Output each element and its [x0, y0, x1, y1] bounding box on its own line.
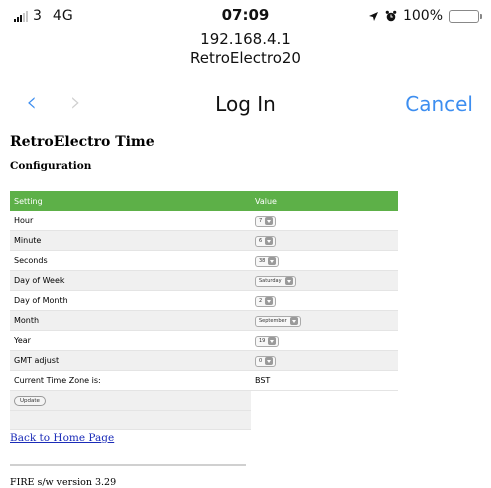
- setting-time-zone: Current Time Zone is:: [10, 370, 251, 391]
- table-row: Update: [10, 390, 398, 411]
- version-text: FIRE s/w version 3.29: [10, 477, 117, 488]
- table-row: [10, 410, 398, 430]
- header-setting: Setting: [10, 191, 251, 211]
- setting-minute: Minute: [10, 230, 251, 251]
- day-of-week-value: Saturday: [259, 277, 282, 284]
- divider: [10, 464, 246, 466]
- table-row: Minute 6: [10, 230, 398, 251]
- page-content: RetroElectro Time Configuration Setting …: [10, 134, 398, 488]
- table-row: Current Time Zone is: BST: [10, 370, 398, 391]
- address-host: 192.168.4.1: [200, 30, 291, 48]
- table-header-row: Setting Value: [10, 191, 398, 211]
- month-select[interactable]: September: [255, 315, 301, 327]
- update-button[interactable]: Update: [14, 396, 46, 406]
- day-of-month-value: 2: [259, 297, 263, 304]
- dropdown-arrow-icon: [265, 297, 274, 305]
- header-value: Value: [251, 191, 398, 211]
- table-row: Year 19: [10, 330, 398, 351]
- dropdown-arrow-icon: [268, 337, 277, 345]
- setting-seconds: Seconds: [10, 250, 251, 271]
- dropdown-arrow-icon: [289, 317, 298, 325]
- cancel-button[interactable]: Cancel: [405, 92, 473, 116]
- battery-icon: [449, 9, 482, 23]
- table-row: Day of Week Saturday: [10, 270, 398, 291]
- table-row: Hour 7: [10, 211, 398, 231]
- hour-value: 7: [259, 217, 263, 224]
- gmt-adjust-select[interactable]: 0: [255, 355, 277, 367]
- dropdown-arrow-icon: [268, 257, 277, 265]
- hour-select[interactable]: 7: [255, 215, 277, 227]
- setting-day-of-month: Day of Month: [10, 290, 251, 311]
- battery-percent: 100%: [402, 8, 443, 24]
- navigation-bar: ‹ › Log In Cancel: [0, 82, 491, 126]
- config-table: Setting Value Hour 7 Minute 6 Seconds 38…: [10, 191, 398, 430]
- seconds-select[interactable]: 38: [255, 255, 280, 267]
- status-right: 100%: [368, 8, 482, 24]
- dropdown-arrow-icon: [284, 277, 293, 285]
- minute-value: 6: [259, 237, 263, 244]
- setting-gmt-adjust: GMT adjust: [10, 350, 251, 371]
- address-site: RetroElectro20: [190, 49, 301, 67]
- table-row: Seconds 38: [10, 250, 398, 271]
- setting-month: Month: [10, 310, 251, 331]
- setting-hour: Hour: [10, 211, 251, 231]
- setting-year: Year: [10, 330, 251, 351]
- alarm-clock-icon: [385, 10, 397, 22]
- table-row: Day of Month 2: [10, 290, 398, 311]
- status-bar: 3 4G 07:09 100%: [0, 0, 491, 32]
- setting-day-of-week: Day of Week: [10, 270, 251, 291]
- table-row: GMT adjust 0: [10, 350, 398, 371]
- day-of-month-select[interactable]: 2: [255, 295, 277, 307]
- gmt-adjust-value: 0: [259, 357, 263, 364]
- year-select[interactable]: 19: [255, 335, 280, 347]
- year-value: 19: [259, 337, 266, 344]
- dropdown-arrow-icon: [265, 217, 274, 225]
- page-title: RetroElectro Time: [10, 134, 155, 150]
- month-value: September: [259, 317, 287, 324]
- address-bar: 192.168.4.1 RetroElectro20: [0, 30, 491, 68]
- minute-select[interactable]: 6: [255, 235, 277, 247]
- dropdown-arrow-icon: [265, 357, 274, 365]
- time-zone-value: BST: [251, 370, 398, 391]
- seconds-value: 38: [259, 257, 266, 264]
- dropdown-arrow-icon: [265, 237, 274, 245]
- page-subtitle: Configuration: [10, 160, 92, 172]
- table-row: Month September: [10, 310, 398, 331]
- day-of-week-select[interactable]: Saturday: [255, 275, 296, 287]
- location-arrow-icon: [368, 11, 378, 21]
- back-to-home-link[interactable]: Back to Home Page: [10, 432, 114, 444]
